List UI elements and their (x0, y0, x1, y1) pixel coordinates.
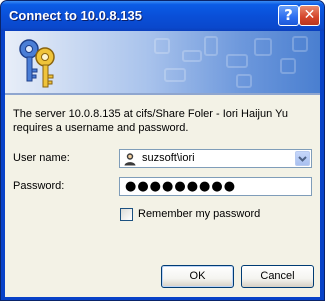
username-combobox[interactable]: suzsoft\iori (119, 149, 312, 168)
keys-icon (19, 39, 55, 88)
ok-button[interactable]: OK (161, 265, 234, 288)
chevron-down-icon (298, 156, 307, 162)
password-field[interactable]: ●●●●●●●●● (119, 177, 312, 196)
password-mask: ●●●●●●●●● (125, 179, 237, 194)
close-button[interactable]: ✕ (299, 5, 320, 26)
banner-divider (5, 93, 320, 95)
banner (5, 31, 320, 93)
connect-dialog: Connect to 10.0.8.135 ? ✕ The server 10.… (0, 0, 325, 301)
username-value: suzsoft\iori (142, 152, 195, 164)
help-icon: ? (284, 6, 293, 24)
remember-password-label[interactable]: Remember my password (138, 208, 260, 220)
dropdown-button[interactable] (295, 151, 310, 166)
close-icon: ✕ (303, 7, 316, 23)
username-label: User name: (13, 152, 70, 164)
remember-password-checkbox[interactable] (120, 208, 133, 221)
prompt-message: The server 10.0.8.135 at cifs/Share Fole… (13, 108, 288, 134)
title-bar[interactable]: Connect to 10.0.8.135 ? ✕ (1, 1, 324, 31)
help-button[interactable]: ? (278, 5, 299, 26)
user-icon (124, 153, 136, 166)
cancel-button[interactable]: Cancel (241, 265, 314, 288)
window-title: Connect to 10.0.8.135 (9, 8, 142, 23)
dialog-body: The server 10.0.8.135 at cifs/Share Fole… (5, 31, 320, 297)
password-label: Password: (13, 180, 65, 192)
